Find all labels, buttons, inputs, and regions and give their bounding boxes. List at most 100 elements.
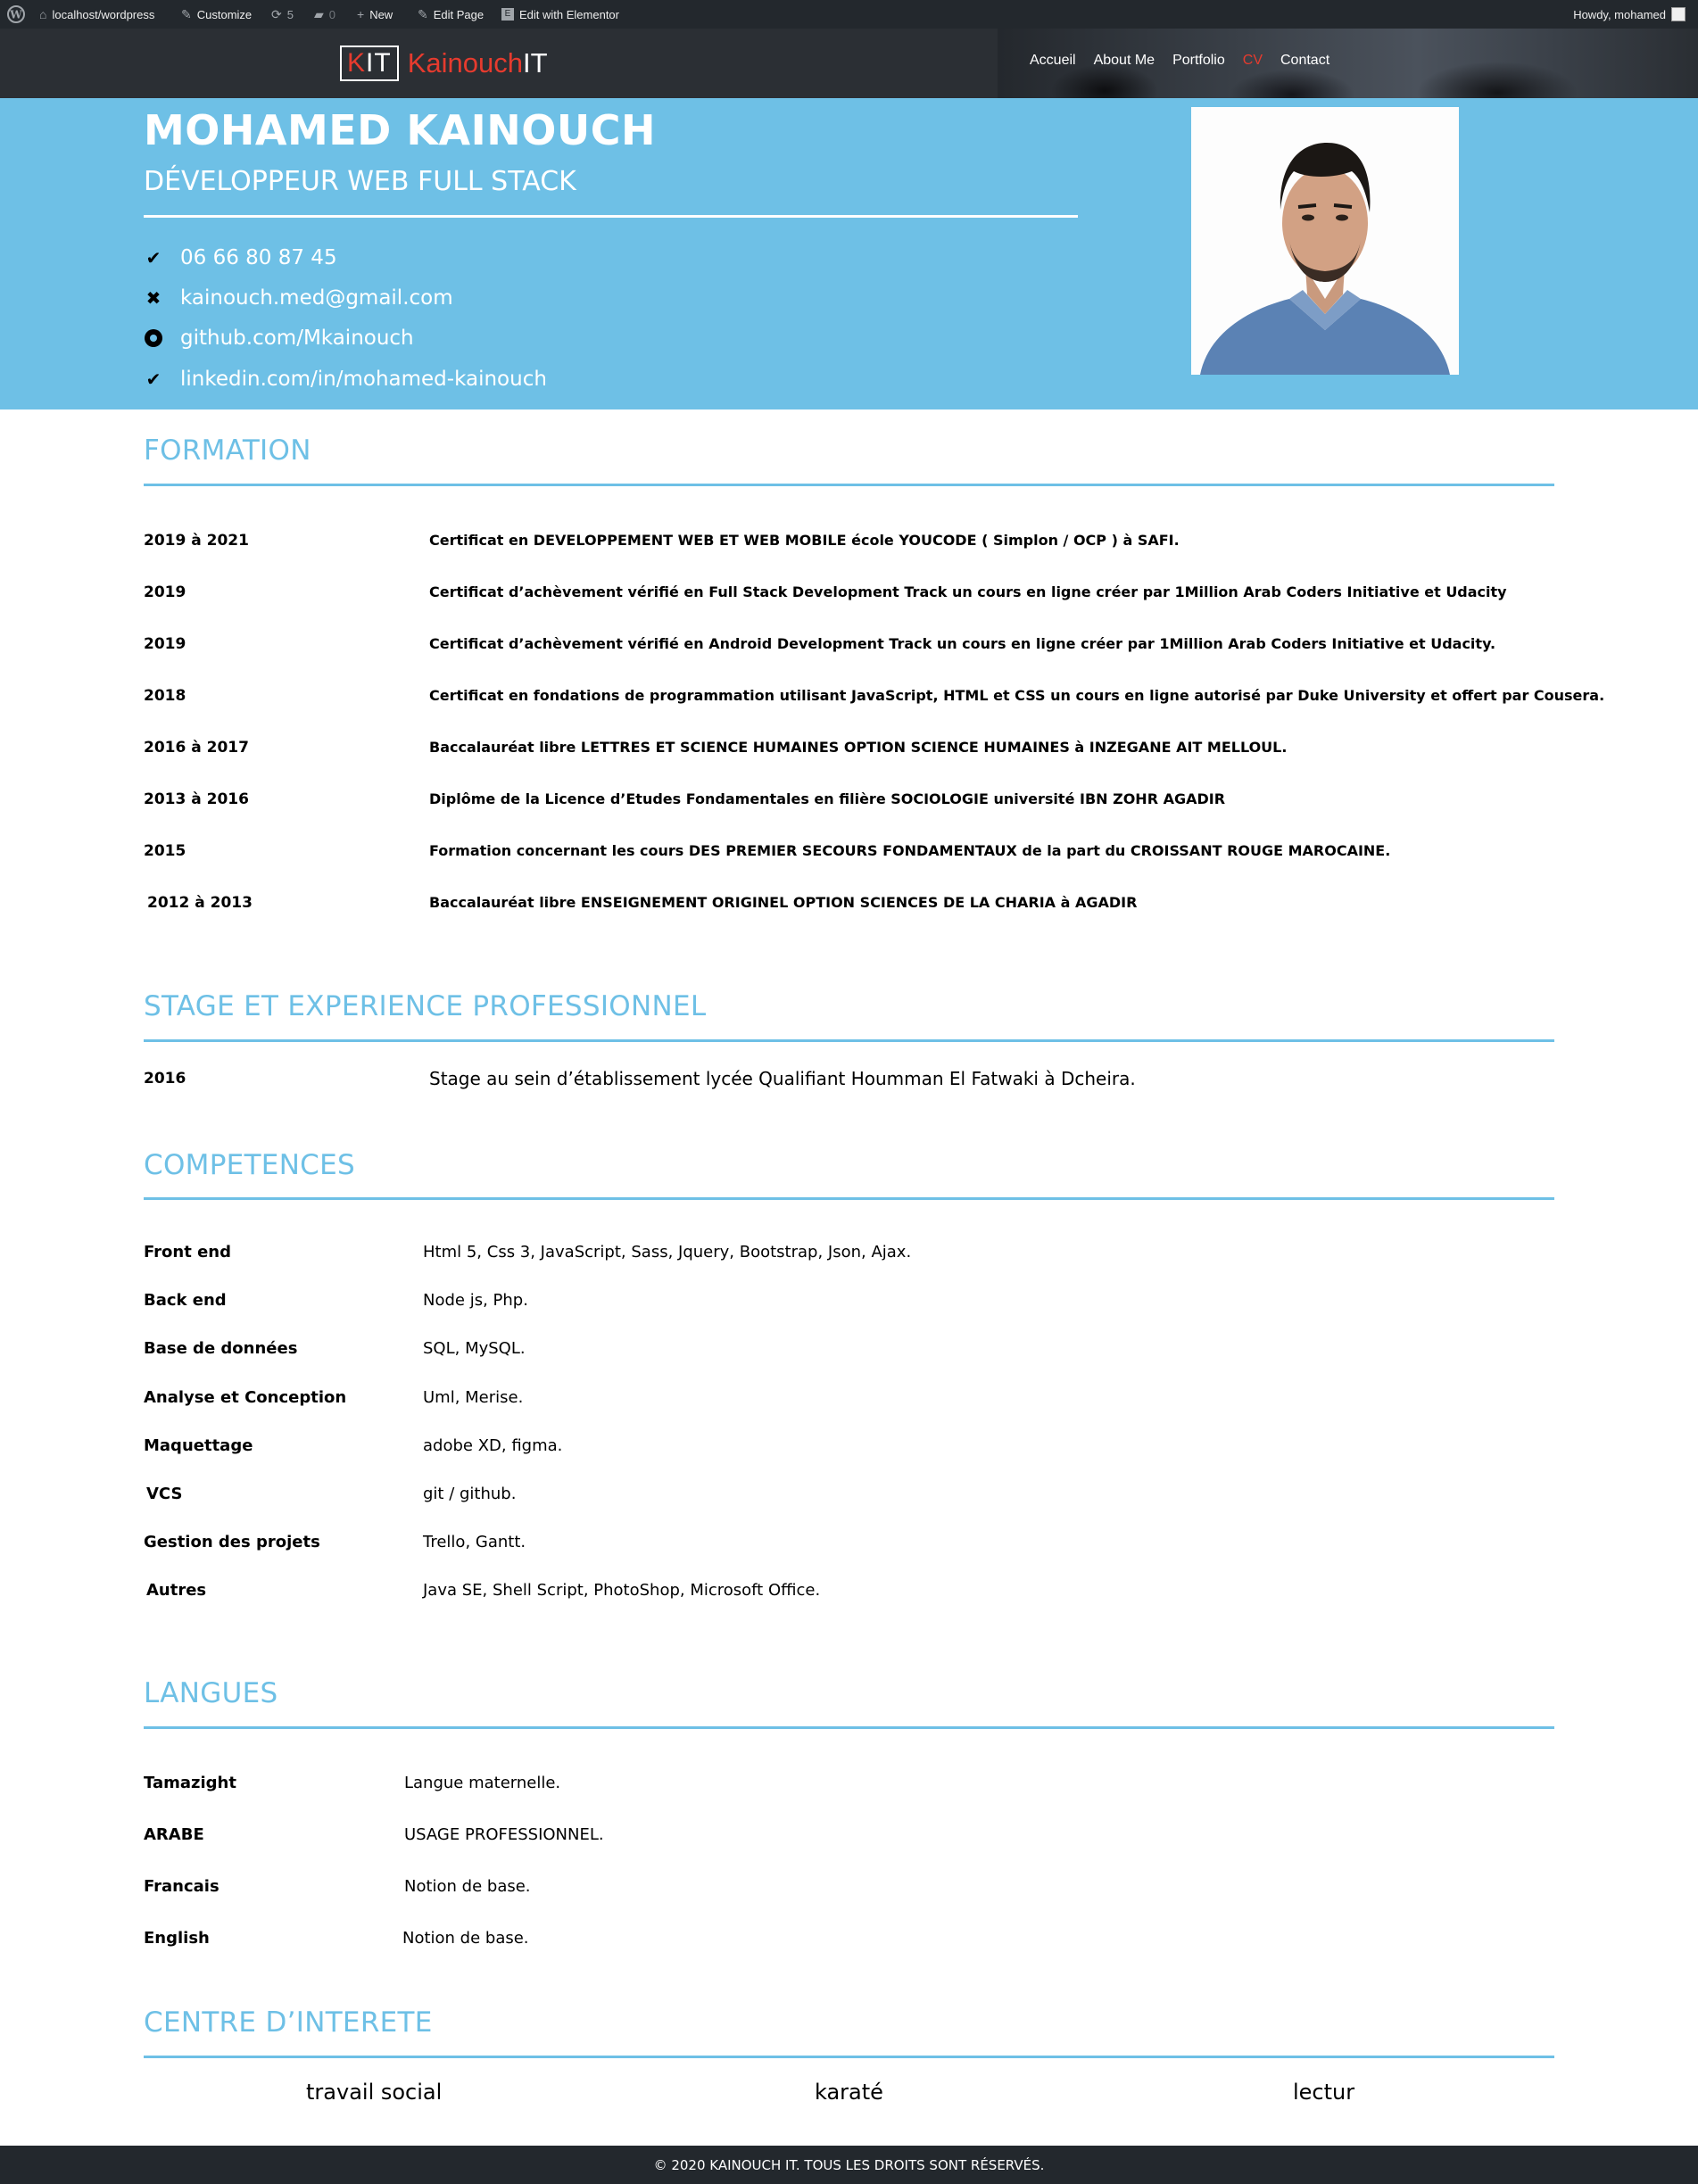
cv-hero: MOHAMED KAINOUCH DÉVELOPPEUR WEB FULL ST… [0,98,1698,410]
skill-label: Base de données [144,1339,298,1358]
skill-value: adobe XD, figma. [423,1436,563,1455]
formation-row: 2015 Formation concernant les cours DES … [0,842,1698,864]
admin-account-menu[interactable]: Howdy, mohamed [1573,0,1686,29]
skill-value: Trello, Gantt. [423,1533,526,1551]
admin-customize-link[interactable]: ✎ Customize [181,0,252,29]
language-row: Francais Notion de base. [0,1877,1698,1899]
contact-email[interactable]: ✖ kainouch.med@gmail.com [144,286,453,310]
main-menu: Accueil About Me Portfolio CV Contact [1030,53,1329,69]
close-icon: ✖ [145,287,162,309]
language-row: ARABE USAGE PROFESSIONNEL. [0,1825,1698,1847]
skill-value: SQL, MySQL. [423,1339,526,1358]
skill-row: Analyse et Conception Uml, Merise. [0,1388,1698,1410]
skill-row: Maquettage adobe XD, figma. [0,1436,1698,1458]
skill-label: Maquettage [144,1436,253,1455]
refresh-icon: ⟳ [271,7,282,21]
skill-value: Html 5, Css 3, JavaScript, Sass, Jquery,… [423,1243,912,1262]
skill-value: Node js, Php. [423,1291,528,1310]
admin-updates-link[interactable]: ⟳ 5 [271,0,294,29]
language-label: Tamazight [144,1774,236,1792]
formation-row: 2013 à 2016 Diplôme de la Licence d’Etud… [0,790,1698,812]
formation-date: 2015 [144,842,186,860]
formation-date: 2013 à 2016 [144,790,249,808]
language-label: English [144,1929,210,1948]
admin-edit-page-link[interactable]: ✎ Edit Page [418,0,484,29]
skill-label: Back end [144,1291,227,1310]
formation-date: 2019 à 2021 [144,532,249,550]
wp-admin-bar: W ⌂ localhost/wordpress ✎ Customize ⟳ 5 … [0,0,1698,29]
check-icon: ✔ [145,247,162,269]
formation-date: 2018 [144,687,186,705]
language-label: ARABE [144,1825,204,1844]
skill-label: Analyse et Conception [144,1388,347,1407]
skill-label: Autres [146,1581,207,1600]
menu-item-cv[interactable]: CV [1243,53,1263,69]
menu-item-accueil[interactable]: Accueil [1030,53,1076,69]
admin-new-link[interactable]: + New [357,0,393,29]
site-header [0,29,1698,98]
formation-date: 2016 à 2017 [144,739,249,757]
profile-photo [1191,107,1459,375]
contact-linkedin[interactable]: ✔ linkedin.com/in/mohamed-kainouch [144,368,547,391]
dot-circle-icon [144,328,163,348]
admin-site-link[interactable]: ⌂ localhost/wordpress [39,0,154,29]
brush-icon: ✎ [181,7,192,21]
admin-elementor-link[interactable]: E Edit with Elementor [501,0,619,29]
formation-text: Baccalauréat libre LETTRES ET SCIENCE HU… [429,739,1288,756]
formation-row: 2016 à 2017 Baccalauréat libre LETTRES E… [0,739,1698,760]
plus-icon: + [357,7,365,21]
site-logo[interactable]: K IT KainouchIT [340,46,548,81]
formation-text: Certificat d’achèvement vérifié en Andro… [429,635,1496,652]
interest-item: travail social [306,2080,443,2105]
interest-item: lectur [1293,2080,1355,2105]
menu-item-contact[interactable]: Contact [1280,53,1329,69]
menu-item-portfolio[interactable]: Portfolio [1172,53,1225,69]
formation-date: 2019 [144,583,186,601]
section-title-stage: STAGE ET EXPERIENCE PROFESSIONNEL [144,990,707,1022]
formation-date: 2012 à 2013 [147,894,253,912]
formation-text: Formation concernant les cours DES PREMI… [429,842,1391,859]
skill-label: Front end [144,1243,231,1262]
avatar [1671,7,1686,21]
formation-text: Baccalauréat libre ENSEIGNEMENT ORIGINEL… [429,894,1138,911]
language-row: Tamazight Langue maternelle. [0,1774,1698,1795]
hero-divider [144,215,1078,218]
skill-value: git / github. [423,1485,517,1503]
formation-text: Diplôme de la Licence d’Etudes Fondament… [429,790,1226,807]
section-title-competences: COMPETENCES [144,1149,355,1181]
section-title-langues: LANGUES [144,1677,278,1709]
stage-text: Stage au sein d’établissement lycée Qual… [429,1068,1136,1089]
skill-row: Front end Html 5, Css 3, JavaScript, Sas… [0,1243,1698,1264]
skill-label: VCS [146,1485,183,1503]
formation-row: 2018 Certificat en fondations de program… [0,687,1698,708]
formation-row: 2019 à 2021 Certificat en DEVELOPPEMENT … [0,532,1698,553]
copyright-text: © 2020 KAINOUCH IT. TOUS LES DROITS SONT… [653,2156,1045,2173]
wordpress-logo-icon[interactable]: W [7,0,25,29]
contact-phone: ✔ 06 66 80 87 45 [144,246,337,269]
language-level: Langue maternelle. [404,1774,561,1792]
logo-text: KainouchIT [407,47,548,79]
stage-row: 2016 Stage au sein d’établissement lycée… [0,1068,1698,1091]
skill-value: Java SE, Shell Script, PhotoShop, Micros… [423,1581,821,1600]
language-level: USAGE PROFESSIONNEL. [404,1825,604,1844]
elementor-icon: E [501,8,514,21]
language-level: Notion de base. [402,1929,529,1948]
formation-text: Certificat d’achèvement vérifié en Full … [429,583,1507,600]
formation-date: 2019 [144,635,186,653]
skill-row: Back end Node js, Php. [0,1291,1698,1312]
formation-row: 2019 Certificat d’achèvement vérifié en … [0,583,1698,605]
skill-row: Base de données SQL, MySQL. [0,1339,1698,1361]
formation-text: Certificat en fondations de programmatio… [429,687,1605,704]
contact-github[interactable]: github.com/Mkainouch [144,327,414,350]
menu-item-about-me[interactable]: About Me [1094,53,1155,69]
skill-label: Gestion des projets [144,1533,320,1551]
admin-comments-link[interactable]: ▰ 0 [314,0,335,29]
section-divider [144,2056,1554,2058]
language-level: Notion de base. [404,1877,531,1896]
comment-icon: ▰ [314,7,324,21]
language-row: English Notion de base. [0,1929,1698,1950]
section-divider [144,1197,1554,1200]
formation-text: Certificat en DEVELOPPEMENT WEB ET WEB M… [429,532,1180,549]
logo-mark: K IT [340,46,399,81]
section-title-interets: CENTRE D’INTERETE [144,2006,433,2039]
